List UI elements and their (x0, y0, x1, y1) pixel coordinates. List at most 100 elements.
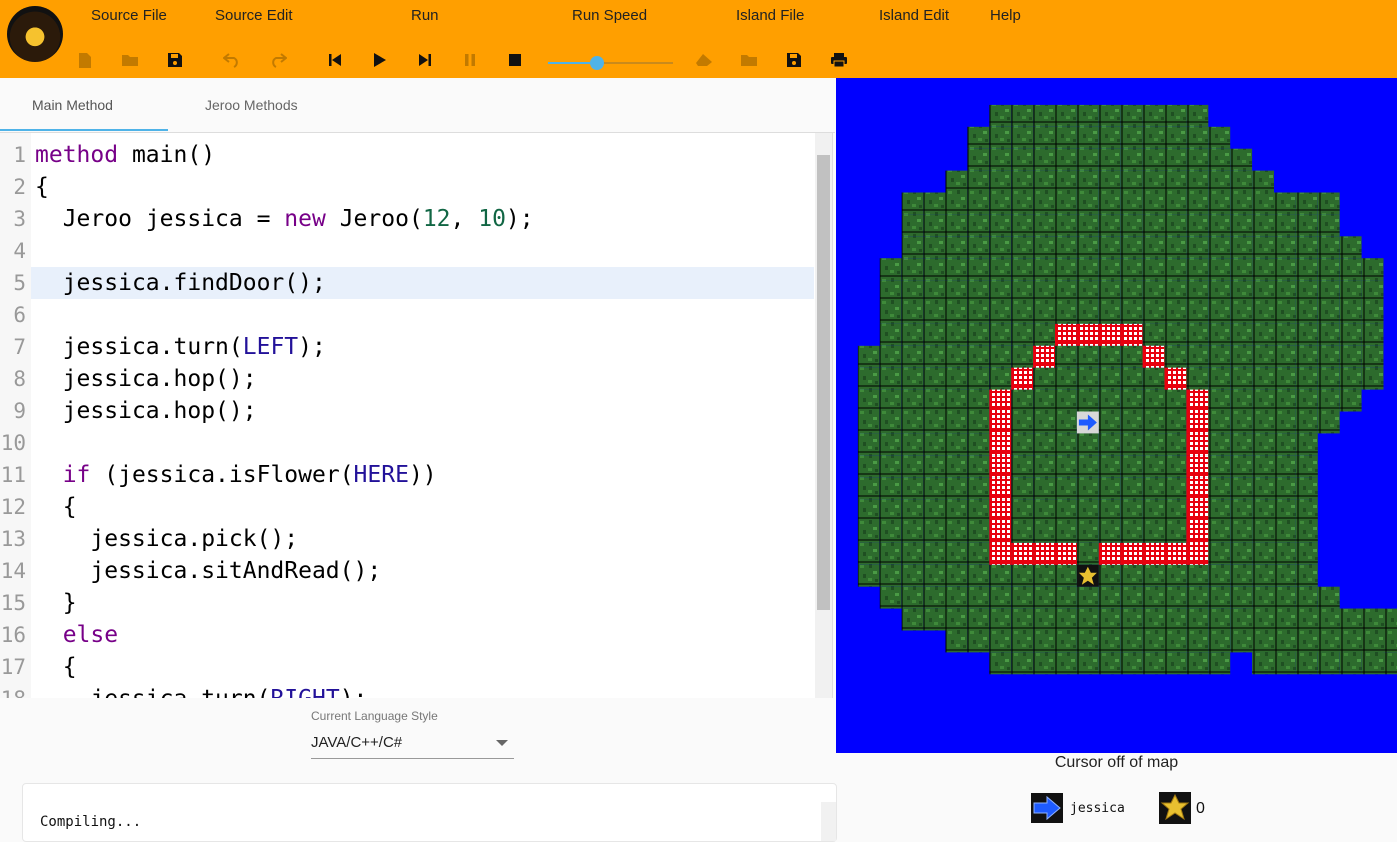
grass-cell[interactable] (1208, 368, 1230, 390)
redo-icon[interactable] (268, 50, 288, 70)
grass-cell[interactable] (1230, 543, 1252, 565)
grass-cell[interactable] (1077, 280, 1099, 302)
grass-cell[interactable] (967, 324, 989, 346)
grass-cell[interactable] (924, 433, 946, 455)
grass-cell[interactable] (1143, 193, 1165, 215)
grass-cell[interactable] (989, 631, 1011, 653)
language-style-select[interactable]: JAVA/C++/C# (311, 730, 514, 759)
code-editor[interactable]: 123456789101112131415161718 method main(… (0, 133, 833, 698)
grass-cell[interactable] (967, 236, 989, 258)
grass-cell[interactable] (946, 587, 968, 609)
grass-cell[interactable] (1011, 105, 1033, 127)
grass-cell[interactable] (1055, 105, 1077, 127)
grass-cell[interactable] (1274, 346, 1296, 368)
grass-cell[interactable] (1099, 302, 1121, 324)
grass-cell[interactable] (1318, 193, 1340, 215)
grass-cell[interactable] (880, 390, 902, 412)
grass-cell[interactable] (1296, 543, 1318, 565)
grass-cell[interactable] (967, 433, 989, 455)
grass-cell[interactable] (967, 368, 989, 390)
grass-cell[interactable] (967, 587, 989, 609)
grass-cell[interactable] (1033, 302, 1055, 324)
net-cell[interactable] (1186, 521, 1208, 543)
grass-cell[interactable] (902, 390, 924, 412)
net-cell[interactable] (1011, 368, 1033, 390)
grass-cell[interactable] (1230, 565, 1252, 587)
tab-jeroo-methods[interactable]: Jeroo Methods (205, 97, 298, 113)
grass-cell[interactable] (880, 433, 902, 455)
grass-cell[interactable] (1077, 214, 1099, 236)
grass-cell[interactable] (924, 236, 946, 258)
grass-cell[interactable] (1274, 236, 1296, 258)
grass-cell[interactable] (1033, 455, 1055, 477)
grass-cell[interactable] (946, 236, 968, 258)
net-cell[interactable] (1186, 433, 1208, 455)
grass-cell[interactable] (1340, 324, 1362, 346)
grass-cell[interactable] (1252, 587, 1274, 609)
grass-cell[interactable] (946, 433, 968, 455)
grass-cell[interactable] (1186, 127, 1208, 149)
grass-cell[interactable] (1033, 565, 1055, 587)
net-cell[interactable] (989, 433, 1011, 455)
grass-cell[interactable] (1252, 521, 1274, 543)
grass-cell[interactable] (1186, 302, 1208, 324)
grass-cell[interactable] (1384, 631, 1397, 653)
new-file-icon[interactable] (75, 50, 95, 70)
grass-cell[interactable] (946, 346, 968, 368)
net-cell[interactable] (1143, 346, 1165, 368)
grass-cell[interactable] (967, 149, 989, 171)
grass-cell[interactable] (1011, 280, 1033, 302)
grass-cell[interactable] (1055, 127, 1077, 149)
grass-cell[interactable] (989, 236, 1011, 258)
grass-cell[interactable] (1033, 258, 1055, 280)
grass-cell[interactable] (1121, 631, 1143, 653)
grass-cell[interactable] (880, 477, 902, 499)
grass-cell[interactable] (924, 499, 946, 521)
grass-cell[interactable] (1318, 412, 1340, 434)
grass-cell[interactable] (1296, 390, 1318, 412)
net-cell[interactable] (1143, 543, 1165, 565)
net-cell[interactable] (1055, 543, 1077, 565)
net-cell[interactable] (1186, 477, 1208, 499)
grass-cell[interactable] (1121, 652, 1143, 674)
grass-cell[interactable] (902, 499, 924, 521)
net-cell[interactable] (1033, 346, 1055, 368)
grass-cell[interactable] (1165, 631, 1187, 653)
grass-cell[interactable] (946, 521, 968, 543)
grass-cell[interactable] (1033, 105, 1055, 127)
grass-cell[interactable] (1362, 368, 1384, 390)
stop-icon[interactable] (505, 50, 525, 70)
grass-cell[interactable] (1230, 280, 1252, 302)
grass-cell[interactable] (1296, 631, 1318, 653)
grass-cell[interactable] (1143, 390, 1165, 412)
grass-cell[interactable] (1274, 433, 1296, 455)
grass-cell[interactable] (880, 346, 902, 368)
grass-cell[interactable] (1143, 280, 1165, 302)
grass-cell[interactable] (1186, 324, 1208, 346)
grass-cell[interactable] (1252, 565, 1274, 587)
net-cell[interactable] (989, 390, 1011, 412)
grass-cell[interactable] (1165, 609, 1187, 631)
grass-cell[interactable] (1208, 280, 1230, 302)
grass-cell[interactable] (1143, 412, 1165, 434)
grass-cell[interactable] (1165, 587, 1187, 609)
grass-cell[interactable] (1143, 455, 1165, 477)
grass-cell[interactable] (1252, 543, 1274, 565)
grass-cell[interactable] (1230, 609, 1252, 631)
grass-cell[interactable] (1230, 346, 1252, 368)
grass-cell[interactable] (1230, 390, 1252, 412)
grass-cell[interactable] (1186, 631, 1208, 653)
grass-cell[interactable] (1099, 499, 1121, 521)
grass-cell[interactable] (1274, 368, 1296, 390)
grass-cell[interactable] (1208, 631, 1230, 653)
grass-cell[interactable] (1055, 280, 1077, 302)
grass-cell[interactable] (1165, 499, 1187, 521)
grass-cell[interactable] (902, 455, 924, 477)
grass-cell[interactable] (1033, 652, 1055, 674)
grass-cell[interactable] (1165, 193, 1187, 215)
grass-cell[interactable] (1077, 171, 1099, 193)
grass-cell[interactable] (858, 521, 880, 543)
grass-cell[interactable] (880, 565, 902, 587)
grass-cell[interactable] (1033, 236, 1055, 258)
grass-cell[interactable] (1208, 258, 1230, 280)
